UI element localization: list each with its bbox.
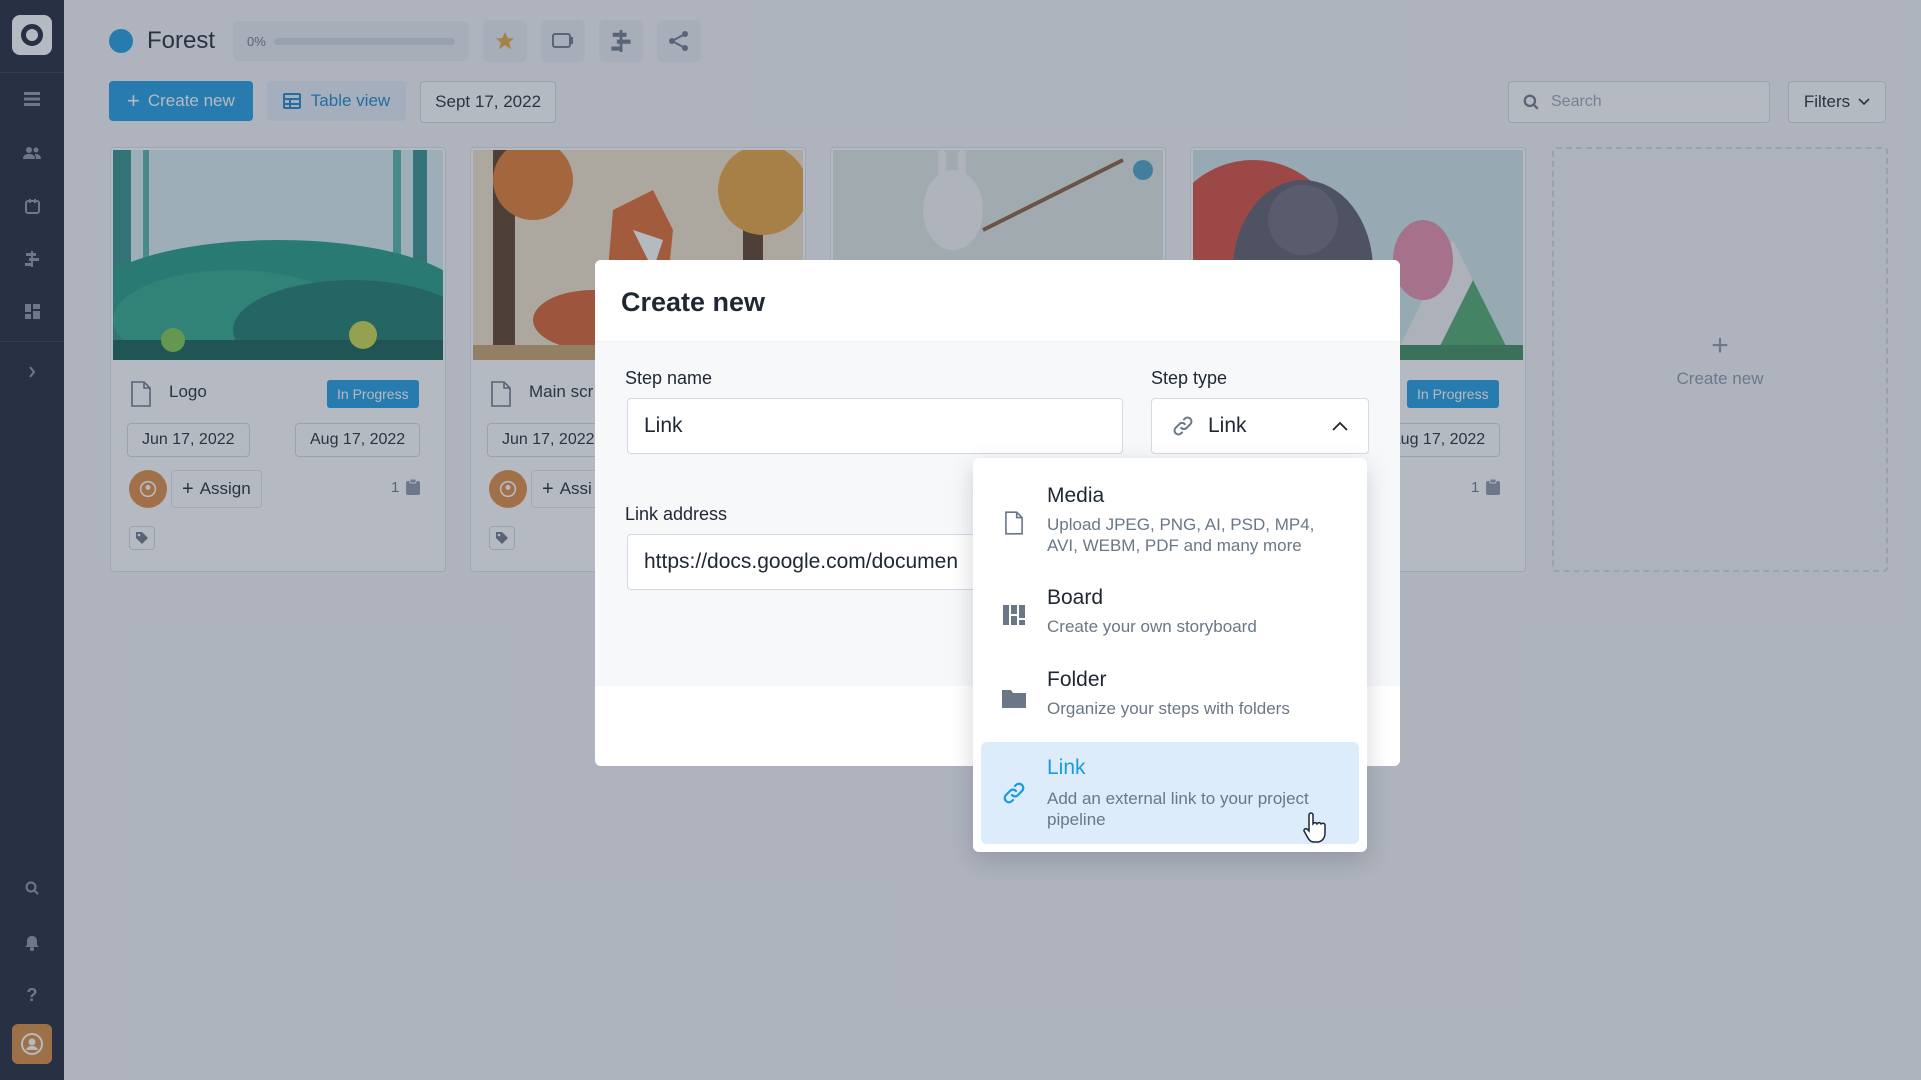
link-icon: [1001, 780, 1027, 806]
dropdown-option-media[interactable]: Media Upload JPEG, PNG, AI, PSD, MP4, AV…: [981, 474, 1359, 576]
board-icon: [1001, 602, 1027, 628]
link-address-label: Link address: [625, 504, 728, 524]
dropdown-option-link[interactable]: Link Add an external link to your projec…: [981, 742, 1359, 844]
step-type-select[interactable]: Link: [1151, 398, 1369, 454]
file-icon: [1001, 510, 1027, 536]
option-description: Organize your steps with folders: [1047, 699, 1290, 718]
option-description: Upload JPEG, PNG, AI, PSD, MP4, AVI, WEB…: [1047, 515, 1315, 555]
dropdown-option-folder[interactable]: Folder Organize your steps with folders: [981, 664, 1359, 740]
link-icon: [1173, 416, 1193, 436]
folder-icon: [1001, 685, 1027, 711]
option-title: Folder: [1047, 668, 1107, 691]
option-title: Link: [1047, 756, 1086, 779]
modal-header: Create new: [595, 260, 1400, 342]
step-name-label: Step name: [625, 368, 713, 388]
step-type-value: Link: [1208, 414, 1247, 437]
step-type-dropdown: Media Upload JPEG, PNG, AI, PSD, MP4, AV…: [973, 458, 1367, 852]
step-name-input[interactable]: Link: [627, 398, 1123, 454]
hand-cursor-icon: [1303, 812, 1326, 843]
step-type-label: Step type: [1151, 368, 1228, 388]
modal-title: Create new: [621, 287, 766, 317]
chevron-up-icon: [1332, 421, 1348, 431]
option-title: Media: [1047, 484, 1105, 507]
option-title: Board: [1047, 586, 1104, 609]
option-description: Create your own storyboard: [1047, 617, 1257, 636]
dropdown-option-board[interactable]: Board Create your own storyboard: [981, 582, 1359, 658]
